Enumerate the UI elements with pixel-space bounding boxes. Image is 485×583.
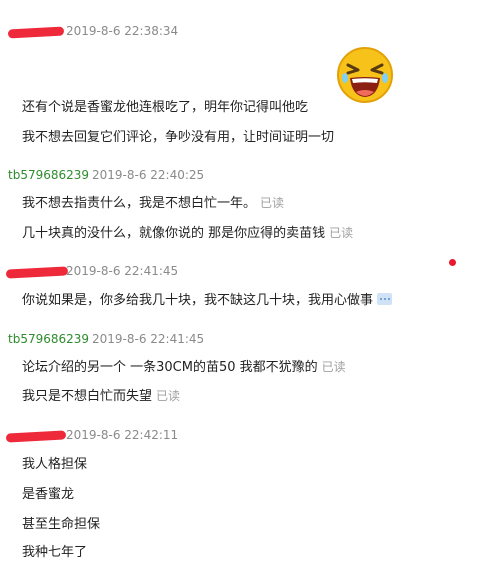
message-header: 2019-8-6 22:42:11 [0,426,485,446]
redacted-username [5,430,67,443]
message-text: 你说如果是，你多给我几十块，我不缺这几十块，我用心做事 [22,293,374,308]
message-text: 还有个说是香蜜龙他连根吃了，明年你记得叫他吃 [22,100,309,115]
message-text: 我不想去回复它们评论，争吵没有用，让时间证明一切 [22,130,335,145]
read-status: 已读 [321,360,346,374]
message-text: 是香蜜龙 [22,487,75,502]
message-line: 我种七年了 [22,541,87,560]
redacted-username [7,26,65,39]
message-line: 是香蜜龙 [22,483,74,502]
message-text: 我种七年了 [22,545,88,560]
message-line: 我不想去回复它们评论，争吵没有用，让时间证明一切 [22,126,334,145]
message-timestamp: 2019-8-6 22:41:45 [66,264,179,278]
chat-log: 2019-8-6 22:38:34 还有个说是香蜜龙他连根吃了，明年你记得叫他吃… [0,0,485,583]
more-dots-icon[interactable] [377,293,393,305]
message-line: 我不想去指责什么，我是不想白忙一年。 已读 [22,192,284,211]
sender-name[interactable]: tb579686239 [8,332,89,346]
message-header: 2019-8-6 22:41:45 [0,262,485,282]
message-timestamp: 2019-8-6 22:42:11 [66,428,179,442]
message-timestamp: 2019-8-6 22:40:25 [92,168,205,182]
message-line: 我只是不想白忙而失望 已读 [22,385,180,404]
read-status: 已读 [156,389,181,403]
message-text: 甚至生命担保 [22,517,101,532]
message-timestamp: 2019-8-6 22:41:45 [92,332,205,346]
message-header: tb579686239 2019-8-6 22:40:25 [0,166,485,186]
message-text: 我只是不想白忙而失望 [22,389,153,404]
message-header: tb579686239 2019-8-6 22:41:45 [0,330,485,350]
read-status: 已读 [329,226,354,240]
message-line: 还有个说是香蜜龙他连根吃了，明年你记得叫他吃 [22,96,308,115]
redacted-username [5,266,69,279]
message-line: 甚至生命担保 [22,513,100,532]
message-text: 我不想去指责什么，我是不想白忙一年。 [22,196,257,211]
message-header: 2019-8-6 22:38:34 [0,22,485,42]
laughing-emoji-icon [336,46,394,104]
message-line: 我人格担保 [22,453,87,472]
read-status: 已读 [260,196,285,210]
message-line: 几十块真的没什么，就像你说的 那是你应得的卖苗钱 已读 [22,222,353,241]
message-timestamp: 2019-8-6 22:38:34 [66,24,179,38]
message-text: 论坛介绍的另一个 一条30CM的苗50 我都不犹豫的 [22,360,318,375]
sender-name[interactable]: tb579686239 [8,168,89,182]
message-text: 几十块真的没什么，就像你说的 那是你应得的卖苗钱 [22,226,326,241]
message-line: 你说如果是，你多给我几十块，我不缺这几十块，我用心做事 [22,289,393,308]
message-text: 我人格担保 [22,457,88,472]
message-line: 论坛介绍的另一个 一条30CM的苗50 我都不犹豫的 已读 [22,356,346,375]
